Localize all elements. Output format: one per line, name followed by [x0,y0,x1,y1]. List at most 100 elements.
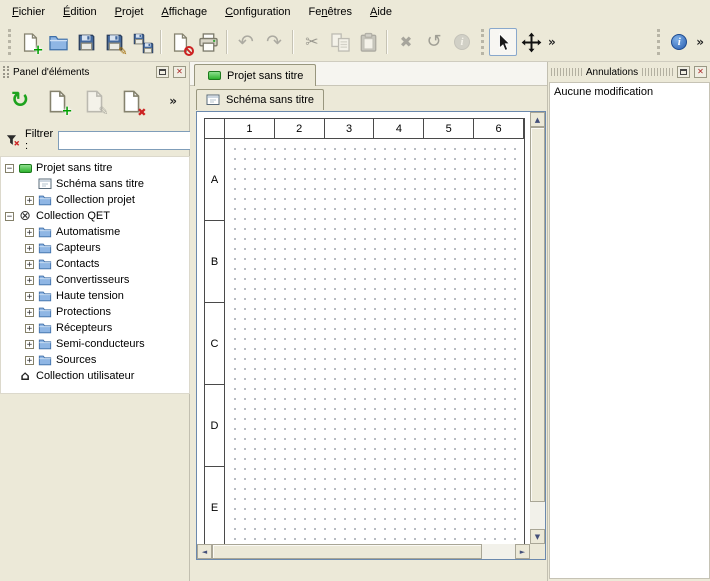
expander-plus-icon[interactable]: + [25,228,34,237]
move-button[interactable] [517,28,545,56]
expander-plus-icon[interactable]: + [25,276,34,285]
expander-minus-icon[interactable]: − [5,164,14,173]
tree-item-label: Contacts [56,258,99,270]
save-all-button[interactable] [128,28,156,56]
info-gray-button[interactable]: i [448,28,476,56]
tree-indent [25,180,34,189]
tree-item[interactable]: +Automatisme [1,224,189,240]
toolbar-handle-icon[interactable] [8,29,11,55]
menu-item[interactable]: Fenêtres [301,2,360,22]
undo-button[interactable]: ↶ [232,28,260,56]
main-toolbar: +✎↶↷✂✖↺i»i» [0,23,710,62]
close-file-button[interactable] [166,28,194,56]
scroll-down-icon[interactable]: ▼ [530,529,545,544]
dock-float-button[interactable] [677,66,690,78]
schema-icon [38,177,52,191]
folder-icon [38,353,52,367]
expander-plus-icon[interactable]: + [25,260,34,269]
vertical-scroll-thumb[interactable] [530,127,545,502]
new-element-button[interactable]: + [42,86,72,116]
dock-drag-handle-icon[interactable] [642,68,673,76]
tab-diagram[interactable]: Schéma sans titre [196,89,324,110]
toolbar-group: ✖↺i [382,28,476,56]
tree-item[interactable]: −⊗Collection QET [1,208,189,224]
toolbar-handle-icon[interactable] [657,29,660,55]
dock-drag-handle-icon[interactable] [3,66,9,78]
mdi-area: Projet sans titre Schéma sans titre 1234… [190,62,547,581]
save-as-button[interactable]: ✎ [100,28,128,56]
paste-button[interactable] [354,28,382,56]
tree-item[interactable]: +Sources [1,352,189,368]
row-header: C [205,303,225,385]
expander-minus-icon[interactable]: − [5,212,14,221]
cursor-button[interactable] [489,28,517,56]
menu-item[interactable]: Aide [362,2,400,22]
copy-button[interactable] [326,28,354,56]
tree-item[interactable]: +Protections [1,304,189,320]
toolbar-overflow-button[interactable]: » [693,35,707,49]
scroll-right-icon[interactable]: ► [515,544,530,559]
edit-element-button[interactable]: ✎ [79,86,109,116]
redo-button[interactable]: ↷ [260,28,288,56]
delete-button[interactable]: ✖ [392,28,420,56]
tree-item[interactable]: +Convertisseurs [1,272,189,288]
menu-item[interactable]: Fichier [4,2,53,22]
tree-item-label: Semi-conducteurs [56,338,145,350]
scroll-up-icon[interactable]: ▲ [530,112,545,127]
dock-close-button[interactable]: ✕ [173,66,186,78]
expander-plus-icon[interactable]: + [25,292,34,301]
tree-item[interactable]: ⌂Collection utilisateur [1,368,189,384]
horizontal-scrollbar[interactable]: ◄ ► [197,544,530,559]
save-button[interactable] [72,28,100,56]
expander-plus-icon[interactable]: + [25,196,34,205]
scroll-left-icon[interactable]: ◄ [197,544,212,559]
horizontal-scroll-thumb[interactable] [212,544,482,559]
tree-item[interactable]: +Récepteurs [1,320,189,336]
expander-plus-icon[interactable]: + [25,308,34,317]
undo-history-item[interactable]: Aucune modification [550,83,709,101]
tree-item[interactable]: +Haute tension [1,288,189,304]
new-document-button[interactable]: + [16,28,44,56]
menu-item[interactable]: Édition [55,2,105,22]
menu-item[interactable]: Affichage [153,2,215,22]
cut-button[interactable]: ✂ [298,28,326,56]
delete-element-button[interactable]: ✖ [116,86,146,116]
tree-item[interactable]: +Collection projet [1,192,189,208]
tree-item[interactable]: −Projet sans titre [1,160,189,176]
folder-icon [38,241,52,255]
dock-close-button[interactable]: ✕ [694,66,707,78]
undo-history-list: Aucune modification [549,82,710,579]
vertical-scrollbar[interactable]: ▲ ▼ [530,112,545,544]
tree-item[interactable]: + Semi-conducteurs [1,336,189,352]
print-button[interactable] [194,28,222,56]
expander-plus-icon[interactable]: + [25,324,34,333]
menu-item[interactable]: Projet [107,2,152,22]
tree-item[interactable]: +Capteurs [1,240,189,256]
open-folder-button[interactable] [44,28,72,56]
toolbar-separator [386,30,388,54]
toolbar-group: ↶↷ [222,28,288,56]
toolbar-separator [292,30,294,54]
toolbar-handle-icon[interactable] [481,29,484,55]
reload-icon: ↻ [8,89,33,114]
project-tab-bar: Projet sans titre [190,62,547,86]
undo-panel-title: Annulations [586,67,638,78]
toolbar-overflow-button[interactable]: » [545,35,559,49]
expander-plus-icon[interactable]: + [25,340,34,349]
menu-item[interactable]: Configuration [217,2,298,22]
expander-plus-icon[interactable]: + [25,244,34,253]
tree-item[interactable]: Schéma sans titre [1,176,189,192]
reload-button[interactable]: ↻ [5,86,35,116]
expander-plus-icon[interactable]: + [25,356,34,365]
filter-input[interactable] [58,131,208,150]
tab-project[interactable]: Projet sans titre [194,64,316,86]
dock-float-button[interactable] [156,66,169,78]
panel-overflow-button[interactable]: » [166,94,180,108]
rotate-button[interactable]: ↺ [420,28,448,56]
elements-panel-header: Panel d'éléments ✕ [0,64,189,80]
diagram-canvas[interactable]: 123456 ABCDE [197,112,530,544]
clear-filter-button[interactable] [6,131,20,149]
tree-item[interactable]: + Contacts [1,256,189,272]
dock-drag-handle-icon[interactable] [551,68,582,76]
info-blue-button[interactable]: i [665,28,693,56]
